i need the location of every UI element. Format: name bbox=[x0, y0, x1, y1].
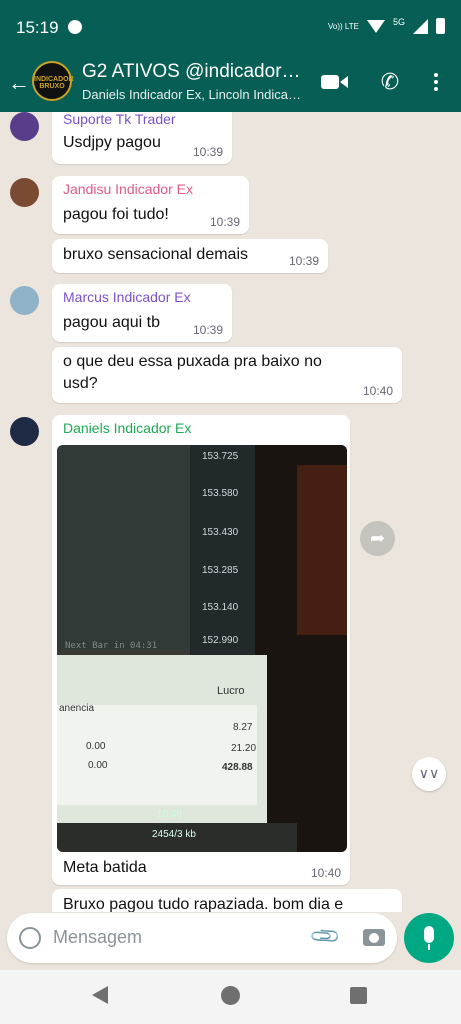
camera-icon[interactable] bbox=[363, 929, 385, 946]
avatar[interactable] bbox=[10, 286, 39, 315]
photo-clock: 10:40 bbox=[157, 809, 183, 820]
message-bubble[interactable]: o que deu essa puxada pra baixo no usd? … bbox=[52, 347, 402, 403]
avatar[interactable] bbox=[10, 112, 39, 141]
chat-header: ← INDICADOR BRUXO G2 ATIVOS @indicadorbr… bbox=[0, 56, 461, 112]
message-time: 10:39 bbox=[192, 323, 223, 337]
terminal-value: 21.20 bbox=[231, 743, 257, 754]
paperclip-icon[interactable]: 📎 bbox=[308, 919, 343, 954]
message-text: usd? bbox=[63, 375, 98, 392]
nav-home-icon[interactable] bbox=[221, 986, 240, 1005]
message-time: 10:40 bbox=[362, 384, 393, 398]
terminal-value: 0.00 bbox=[86, 741, 106, 752]
message-input[interactable]: Mensagem bbox=[53, 927, 142, 948]
message-bubble[interactable]: Suporte Tk Trader Usdjpy pagou 10:39 bbox=[52, 112, 232, 164]
chat-notification-icon bbox=[68, 20, 82, 34]
forward-icon[interactable]: ➦ bbox=[360, 521, 395, 556]
price-label: 153.430 bbox=[202, 527, 239, 538]
permanencia-header: anencia bbox=[59, 703, 95, 714]
message-bubble[interactable]: bruxo sensacional demais 10:39 bbox=[52, 239, 328, 273]
message-text: bruxo sensacional demais bbox=[63, 246, 248, 263]
price-label: 153.285 bbox=[202, 565, 239, 576]
wifi-icon bbox=[366, 19, 385, 33]
double-chevron-down-icon[interactable]: ∨∨ bbox=[412, 757, 446, 791]
message-time: 10:39 bbox=[288, 254, 319, 268]
phone-icon[interactable]: ✆ bbox=[376, 69, 404, 95]
photo-taskbar: 2454/3 kb 10:40 bbox=[57, 809, 297, 852]
sender-name: Suporte Tk Trader bbox=[63, 112, 176, 127]
message-list[interactable]: Suporte Tk Trader Usdjpy pagou 10:39 Jan… bbox=[0, 112, 461, 912]
photo-chart-area bbox=[57, 445, 192, 650]
battery-icon bbox=[436, 18, 445, 34]
price-label: 153.580 bbox=[202, 488, 239, 499]
message-bubble[interactable]: Marcus Indicador Ex pagou aqui tb 10:39 bbox=[52, 284, 232, 342]
next-bar-label: Next Bar in 04:31 bbox=[65, 641, 158, 651]
lucro-header: Lucro bbox=[217, 685, 245, 697]
terminal-value: 0.00 bbox=[88, 760, 108, 771]
videocam-icon[interactable] bbox=[320, 69, 348, 95]
price-label: 153.140 bbox=[202, 602, 239, 613]
message-time: 10:40 bbox=[310, 866, 341, 880]
image-message-bubble[interactable]: Daniels Indicador Ex 153.725 153.580 153… bbox=[52, 415, 350, 885]
photo-terminal-rows bbox=[57, 705, 257, 805]
price-label: 153.725 bbox=[202, 451, 239, 462]
group-members[interactable]: Daniels Indicador Ex, Lincoln Indicador … bbox=[82, 87, 308, 102]
message-bubble[interactable]: Bruxo pagou tudo rapaziada. bom dia e bbox=[52, 889, 402, 912]
message-text: o que deu essa puxada pra baixo no bbox=[63, 353, 322, 370]
image-caption: Meta batida bbox=[63, 859, 147, 876]
message-composer[interactable]: Mensagem 📎 bbox=[7, 913, 397, 963]
message-time: 10:39 bbox=[209, 215, 240, 229]
price-label: 152.990 bbox=[202, 635, 239, 646]
volte-indicator: Vo)) LTE bbox=[328, 21, 359, 31]
photo-price-axis bbox=[190, 445, 255, 657]
status-bar: 15:19 Vo)) LTE 5G bbox=[0, 0, 461, 56]
status-time: 15:19 bbox=[16, 18, 59, 37]
mic-icon bbox=[424, 926, 434, 943]
more-vert-icon[interactable] bbox=[422, 69, 450, 95]
network-type-label: 5G bbox=[392, 17, 405, 27]
message-text: Usdjpy pagou bbox=[63, 134, 161, 151]
message-text: pagou aqui tb bbox=[63, 314, 160, 331]
nav-back-icon[interactable] bbox=[92, 986, 108, 1004]
nav-recents-icon[interactable] bbox=[350, 987, 367, 1004]
signal-icon bbox=[413, 18, 428, 34]
system-icons: Vo)) LTE 5G bbox=[328, 17, 445, 34]
emoji-icon[interactable] bbox=[19, 927, 41, 949]
group-avatar[interactable]: INDICADOR BRUXO bbox=[32, 61, 74, 101]
message-text: pagou foi tudo! bbox=[63, 206, 169, 223]
mic-button[interactable] bbox=[404, 913, 454, 963]
sender-name: Daniels Indicador Ex bbox=[63, 420, 192, 436]
message-time: 10:39 bbox=[192, 145, 223, 159]
net-label: 2454/3 kb bbox=[152, 829, 196, 840]
chart-photo[interactable]: 153.725 153.580 153.430 153.285 153.140 … bbox=[57, 445, 347, 852]
sender-name: Jandisu Indicador Ex bbox=[63, 181, 193, 197]
back-arrow-icon[interactable]: ← bbox=[8, 70, 30, 96]
system-nav-bar bbox=[0, 970, 461, 1024]
group-title[interactable]: G2 ATIVOS @indicadorbruxo bbox=[82, 61, 308, 83]
terminal-value: 8.27 bbox=[233, 722, 253, 733]
terminal-value: 428.88 bbox=[222, 762, 253, 773]
photo-glare bbox=[297, 465, 347, 635]
message-text: Bruxo pagou tudo rapaziada. bom dia e bbox=[63, 896, 344, 912]
avatar[interactable] bbox=[10, 178, 39, 207]
avatar[interactable] bbox=[10, 417, 39, 446]
sender-name: Marcus Indicador Ex bbox=[63, 289, 191, 305]
message-bubble[interactable]: Jandisu Indicador Ex pagou foi tudo! 10:… bbox=[52, 176, 249, 234]
